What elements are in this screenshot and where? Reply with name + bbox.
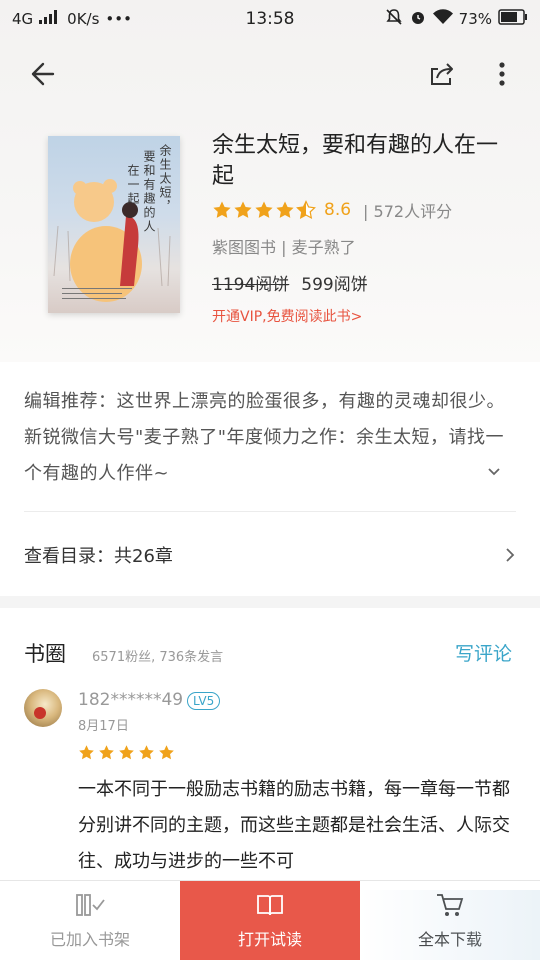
vertical-dots-icon [499, 62, 505, 86]
bottom-action-bar: 已加入书架 打开试读 全本下载 [0, 880, 540, 960]
cover-title-line-1: 余生太短， [158, 144, 172, 214]
cover-title-line-3: 在一起 [126, 164, 140, 206]
star-full-icon [119, 745, 134, 760]
share-button[interactable] [421, 54, 461, 94]
avatar-flower [34, 707, 46, 719]
book-circle-stats: 6571粉丝, 736条发言 [92, 650, 224, 665]
level-badge: LV5 [187, 692, 221, 710]
bookshelf-icon [76, 893, 105, 916]
star-full-icon [99, 745, 114, 760]
section-gap [0, 596, 540, 608]
star-full-icon [139, 745, 154, 760]
star-half-icon [296, 200, 316, 220]
star-full-icon [213, 201, 231, 218]
book-cover[interactable]: 余生太短， 要和有趣的人 在一起 [48, 136, 180, 313]
alarm-icon [409, 8, 427, 30]
publisher-author[interactable]: 紫图图书 | 麦子熟了 [212, 234, 356, 258]
open-preview-button[interactable]: 打开试读 [180, 881, 360, 960]
star-full-icon [234, 201, 252, 218]
network-type: 4G [12, 10, 34, 28]
signal-icon [39, 10, 61, 28]
add-to-shelf-button[interactable]: 已加入书架 [0, 881, 180, 960]
cover-title-line-2: 要和有趣的人 [142, 150, 156, 234]
table-of-contents-row[interactable]: 查看目录：共26章 [0, 512, 540, 596]
book-circle-title: 书圈 [24, 642, 66, 666]
vip-free-read-link[interactable]: 开通VIP,免费阅读此书> [212, 306, 362, 326]
chevron-right-icon [501, 546, 519, 564]
add-to-shelf-label: 已加入书架 [49, 929, 130, 949]
top-bar [0, 50, 540, 98]
editor-recommendation: 编辑推荐：这世界上漂亮的脸蛋很多，有趣的灵魂却很少。新锐微信大号"麦子熟了"年度… [24, 391, 505, 484]
share-icon [431, 63, 453, 85]
download-full-label: 全本下载 [417, 929, 482, 949]
star-full-icon [255, 201, 273, 218]
toc-label: 查看目录：共26章 [24, 546, 173, 567]
review-stars [78, 744, 175, 761]
star-full-icon [79, 745, 94, 760]
review-date: 8月17日 [78, 719, 129, 734]
open-preview-label: 打开试读 [237, 929, 302, 949]
review-username[interactable]: 182******49 [78, 690, 183, 710]
star-full-icon [276, 201, 294, 218]
network-speed: 0K/s [67, 10, 100, 28]
more-indicators: ••• [105, 10, 132, 28]
rating-count: | 572人评分 [363, 202, 453, 221]
cart-download-icon [437, 893, 464, 916]
price-row: 1194阅饼 599阅饼 [212, 270, 368, 295]
back-button[interactable] [22, 54, 62, 94]
battery-icon [498, 9, 528, 29]
rating-score: 8.6 [324, 200, 352, 220]
chevron-down-icon [488, 468, 500, 476]
rating-row: 8.6 | 572人评分 [212, 198, 452, 222]
open-book-icon [257, 894, 283, 915]
expand-recommendation-button[interactable] [485, 463, 503, 481]
download-full-button[interactable]: 全本下载 [360, 881, 540, 960]
battery-percent: 73% [458, 10, 492, 28]
wifi-icon [432, 9, 453, 29]
current-price: 599阅饼 [301, 275, 368, 295]
write-review-button[interactable]: 写评论 [455, 639, 512, 666]
back-arrow-icon [31, 62, 55, 86]
book-title: 余生太短，要和有趣的人在一起 [212, 133, 499, 189]
status-bar: 4G 0K/s ••• 13:58 73% [0, 0, 540, 38]
mute-icon [385, 8, 403, 30]
rating-stars [212, 200, 316, 220]
original-price: 1194阅饼 [212, 275, 290, 295]
more-menu-button[interactable] [482, 54, 522, 94]
review-text[interactable]: 一本不同于一般励志书籍的励志书籍，每一章每一节都分别讲不同的主题，而这些主题都是… [78, 772, 518, 880]
avatar[interactable] [24, 689, 62, 727]
star-full-icon [159, 745, 174, 760]
